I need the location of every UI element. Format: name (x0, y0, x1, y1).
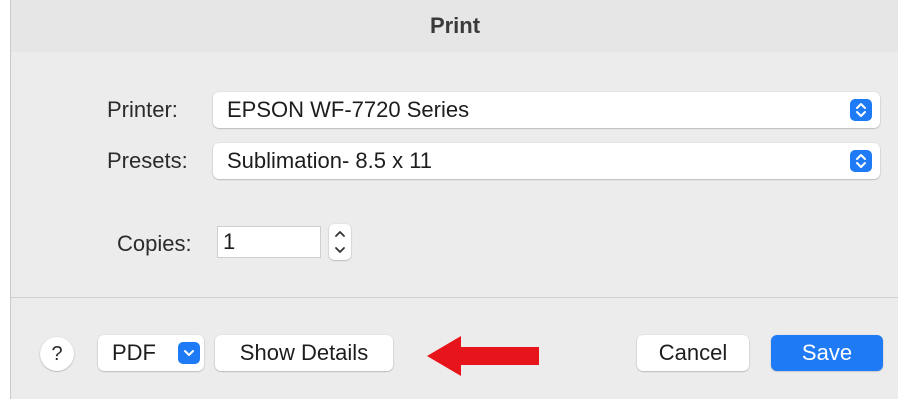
title-bar: Print (11, 0, 898, 52)
chevron-down-icon (178, 342, 200, 364)
print-dialog: Print Printer: EPSON WF-7720 Series Pres… (10, 0, 898, 399)
help-button[interactable]: ? (40, 337, 74, 371)
decrement-chevron-icon[interactable] (334, 242, 346, 258)
printer-select-value: EPSON WF-7720 Series (227, 97, 470, 122)
printer-label: Printer: (107, 97, 178, 122)
presets-select-value: Sublimation- 8.5 x 11 (227, 148, 433, 173)
red-arrow-annotation-icon (427, 336, 539, 376)
pdf-button-label: PDF (112, 340, 156, 365)
copies-input[interactable]: 1 (217, 226, 321, 258)
up-down-chevron-icon (850, 99, 872, 121)
show-details-label: Show Details (239, 340, 369, 365)
help-button-label: ? (51, 342, 63, 365)
save-button-label: Save (801, 340, 853, 365)
save-button[interactable]: Save (771, 335, 883, 371)
pdf-menu-button[interactable]: PDF (98, 335, 204, 371)
cancel-button[interactable]: Cancel (637, 335, 749, 371)
presets-label: Presets: (107, 148, 188, 173)
printer-select[interactable]: EPSON WF-7720 Series (213, 92, 880, 128)
up-down-chevron-icon (850, 150, 872, 172)
copies-label: Copies: (117, 231, 192, 256)
presets-select[interactable]: Sublimation- 8.5 x 11 (213, 143, 880, 179)
copies-stepper[interactable] (329, 224, 351, 260)
dialog-title: Print (429, 13, 481, 38)
increment-chevron-icon[interactable] (334, 226, 346, 242)
cancel-button-label: Cancel (658, 340, 728, 365)
footer-divider (11, 297, 898, 298)
show-details-button[interactable]: Show Details (215, 335, 393, 371)
